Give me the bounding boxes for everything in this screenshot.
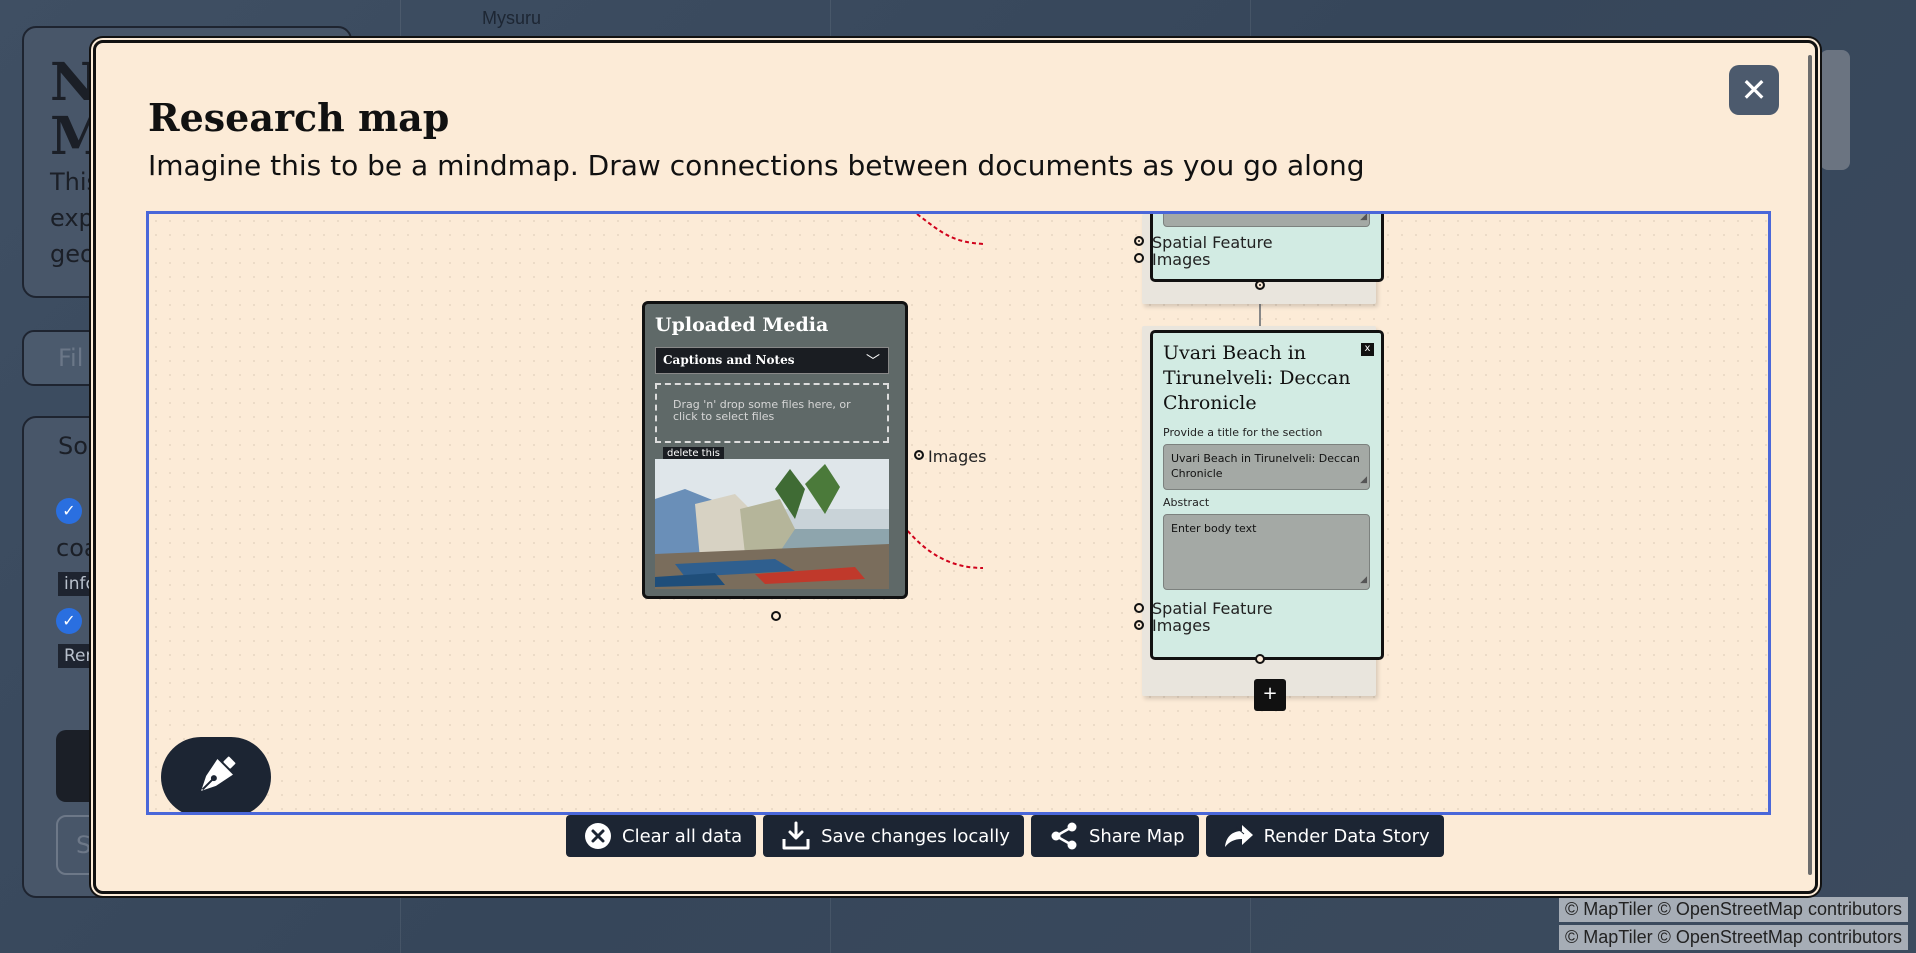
media-view-select[interactable]: Captions and Notes ﹀ (655, 347, 889, 374)
doc-spatial-feature-port[interactable] (1134, 603, 1144, 613)
doc-bottom-port[interactable] (1255, 654, 1265, 664)
uploaded-image-thumbnail[interactable] (655, 459, 889, 589)
uploaded-media-node[interactable]: Uploaded Media Captions and Notes ﹀ Drag… (642, 301, 908, 599)
forward-icon (1224, 825, 1253, 847)
save-changes-label: Save changes locally (821, 825, 1010, 847)
draw-mode-button[interactable] (161, 737, 271, 812)
top-doc-port-label-images: Images (1152, 250, 1211, 269)
close-icon: ✕ (1740, 71, 1768, 109)
edges-layer (774, 214, 1261, 569)
modal-subtitle: Imagine this to be a mindmap. Draw conne… (148, 149, 1365, 182)
resize-grip-icon[interactable]: ◢ (1360, 473, 1367, 488)
document-node-title: Uvari Beach in Tirunelveli: Deccan Chron… (1163, 342, 1351, 414)
map-attribution-2[interactable]: © MapTiler © OpenStreetMap contributors (1559, 925, 1908, 950)
file-dropzone[interactable]: Drag 'n' drop some files here, or click … (655, 383, 889, 443)
doc-images-port[interactable] (1134, 620, 1144, 630)
map-city-label: Mysuru (482, 8, 542, 28)
story-text-line: geo (50, 240, 95, 268)
media-select-value: Captions and Notes (663, 353, 795, 367)
media-output-port[interactable] (914, 450, 924, 460)
abstract-textarea[interactable]: Enter body text ◢ (1163, 514, 1370, 590)
chevron-down-icon: ﹀ (866, 354, 880, 370)
story-text-line: exp (50, 204, 94, 232)
clear-all-data-label: Clear all data (622, 825, 743, 847)
coastal-erosion-photo (655, 459, 889, 589)
media-node-title: Uploaded Media (655, 314, 829, 336)
check-icon[interactable]: ✓ (56, 608, 82, 634)
modal-scrollbar[interactable] (1808, 55, 1812, 875)
edge-to-top-doc[interactable] (916, 214, 984, 245)
top-doc-images-port[interactable] (1134, 253, 1144, 263)
research-map-modal: Research map Imagine this to be a mindma… (93, 40, 1818, 894)
section-title-label: Provide a title for the section (1163, 426, 1323, 439)
render-data-story-label: Render Data Story (1263, 825, 1430, 847)
share-icon (1051, 822, 1077, 850)
mindmap-canvas[interactable]: Uploaded Media Captions and Notes ﹀ Drag… (146, 211, 1771, 815)
abstract-label: Abstract (1163, 496, 1210, 509)
story-text-line: This (50, 168, 100, 196)
section-title-input[interactable]: Uvari Beach in Tirunelveli: Deccan Chron… (1163, 444, 1370, 490)
resize-grip-icon[interactable]: ◢ (1360, 214, 1367, 225)
clear-all-data-button[interactable]: Clear all data (566, 815, 757, 857)
background-right-control[interactable] (1820, 50, 1850, 170)
add-node-button[interactable]: + (1254, 679, 1286, 711)
doc-port-label-spatial: Spatial Feature (1152, 599, 1273, 618)
media-bottom-port[interactable] (771, 611, 781, 621)
top-doc-bottom-port[interactable] (1255, 280, 1265, 290)
close-button[interactable]: ✕ (1729, 65, 1779, 115)
x-circle-icon (585, 823, 611, 849)
render-data-story-button[interactable]: Render Data Story (1205, 815, 1444, 857)
abstract-placeholder: Enter body text (1171, 522, 1257, 535)
check-icon[interactable]: ✓ (56, 498, 82, 524)
doc-port-label-images: Images (1152, 616, 1211, 635)
action-toolbar: Clear all data Save changes locally Shar… (566, 815, 1444, 859)
download-icon (782, 821, 810, 850)
section-title-value: Uvari Beach in Tirunelveli: Deccan Chron… (1171, 452, 1360, 480)
top-doc-spatial-port[interactable] (1134, 236, 1144, 246)
top-doc-abstract-field[interactable]: ◢ (1163, 214, 1370, 227)
map-attribution[interactable]: © MapTiler © OpenStreetMap contributors (1559, 897, 1908, 922)
media-output-port-label: Images (928, 447, 987, 466)
close-node-button[interactable]: x (1361, 343, 1374, 356)
top-doc-port-label-spatial: Spatial Feature (1152, 233, 1273, 252)
filter-placeholder: Fil (58, 344, 84, 372)
modal-title: Research map (148, 95, 450, 140)
resize-grip-icon[interactable]: ◢ (1360, 573, 1367, 588)
share-map-button[interactable]: Share Map (1030, 815, 1199, 857)
share-map-label: Share Map (1088, 825, 1185, 847)
pen-icon (201, 756, 236, 791)
save-changes-button[interactable]: Save changes locally (763, 815, 1024, 857)
